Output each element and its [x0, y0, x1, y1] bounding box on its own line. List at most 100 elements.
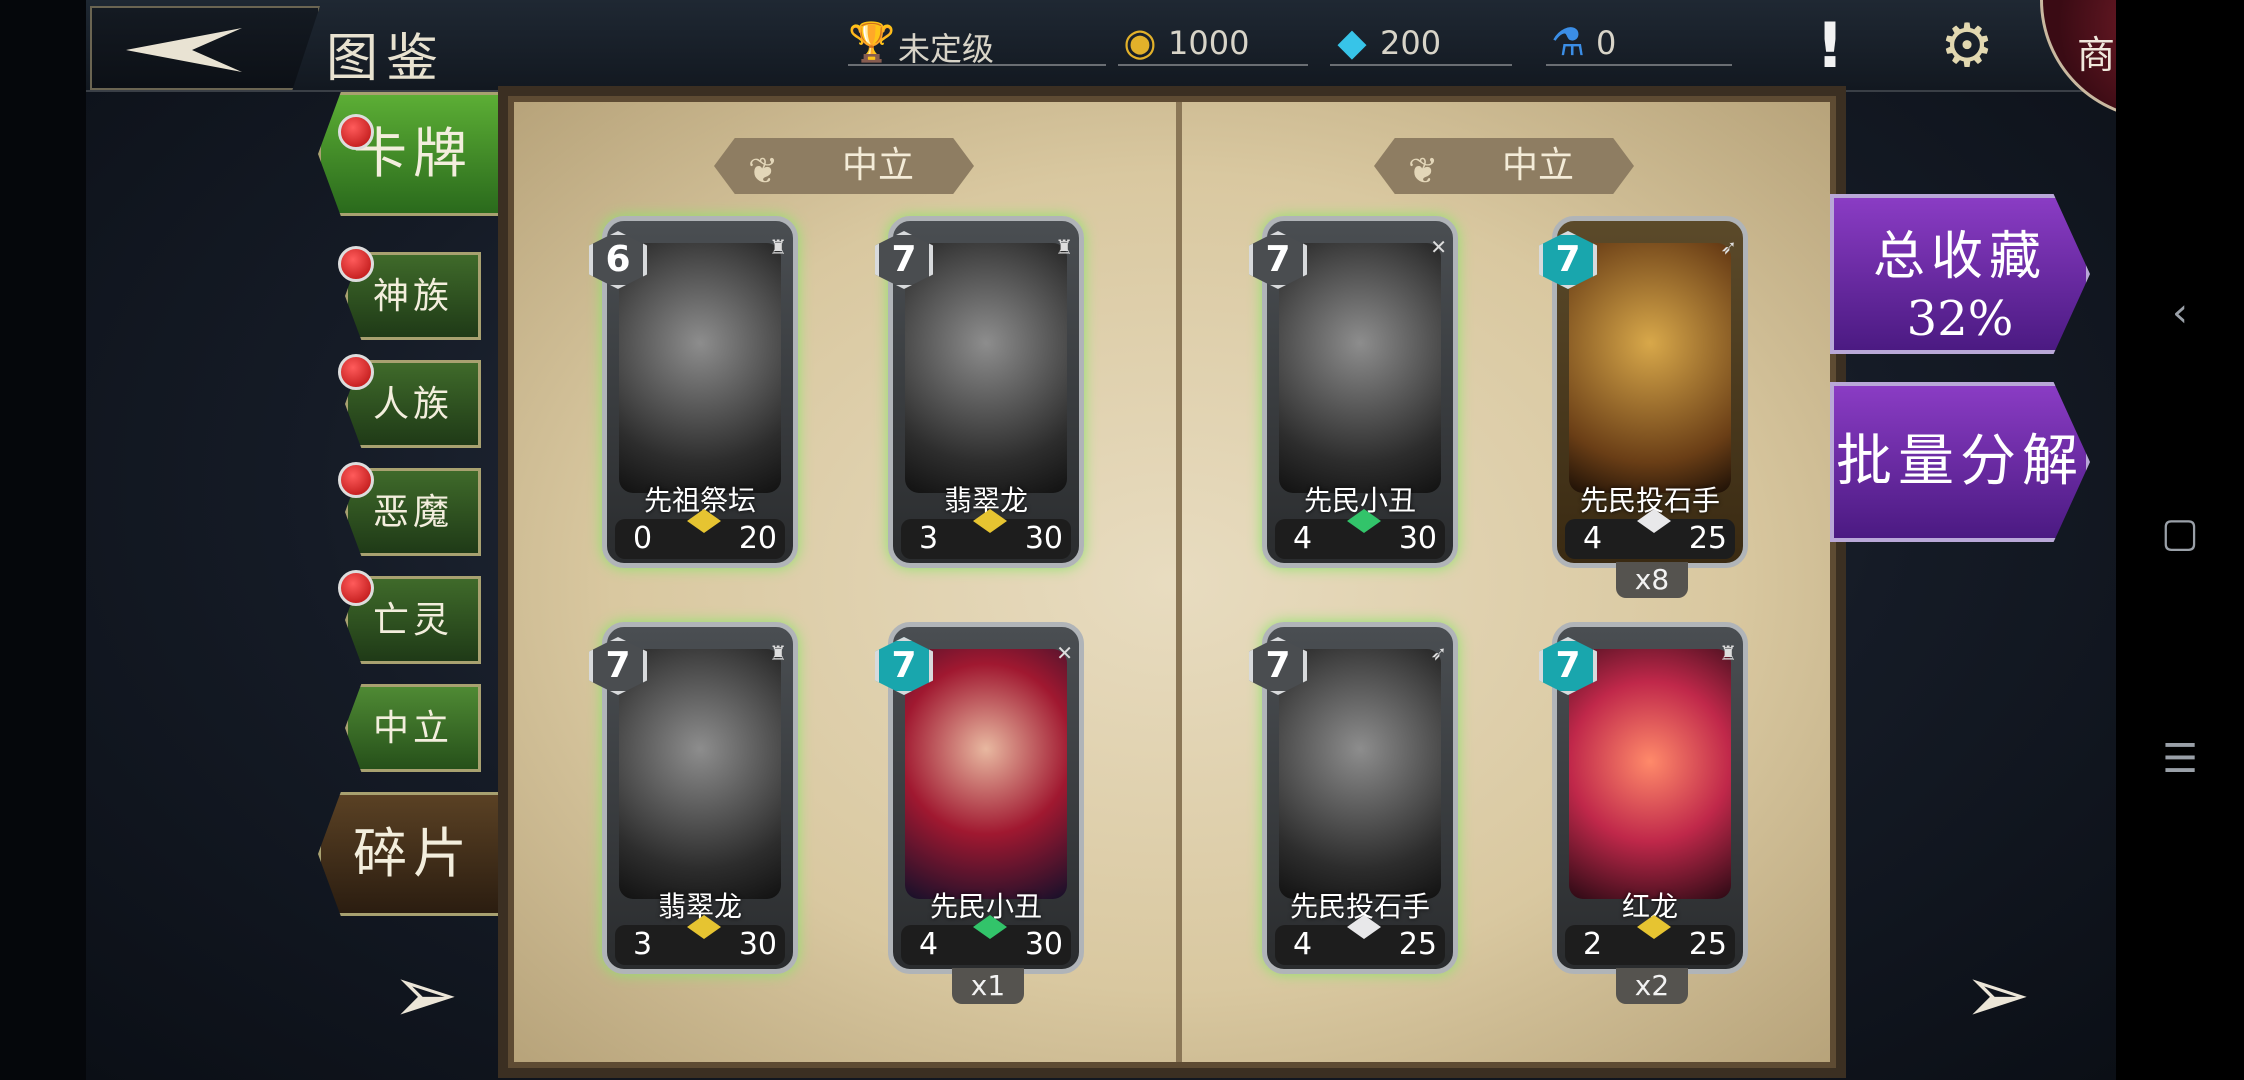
health-value: 20: [738, 521, 777, 556]
system-nav-bar: ‹ ▢ ☰: [2116, 0, 2244, 1080]
attack-value: 2: [1583, 927, 1603, 962]
attack-value: 0: [633, 521, 653, 556]
card-stats: 4 30: [1275, 509, 1445, 559]
card-art: [1279, 649, 1441, 899]
health-value: 30: [1398, 521, 1437, 556]
potion-value: 0: [1596, 24, 1617, 62]
health-value: 30: [738, 927, 777, 962]
crystal-icon: ◆: [1337, 20, 1367, 64]
square-icon: ▢: [2161, 510, 2199, 556]
next-page-button[interactable]: ➢: [1942, 950, 2052, 1040]
menu-icon: ☰: [2162, 736, 2198, 782]
collection-label: 总收藏: [1872, 227, 2047, 287]
tribe-icon: ♜: [769, 235, 787, 259]
left-arrow-icon: ➢: [391, 948, 459, 1041]
coin-icon: ◉: [1123, 20, 1157, 64]
attack-value: 4: [919, 927, 939, 962]
card-slot[interactable]: 7 ♜ 翡翠龙 3 30: [875, 216, 1084, 568]
card-slot[interactable]: 6 ♜ 先祖祭坛 0 20: [589, 216, 798, 568]
decompose-label: 批量分解: [1836, 429, 2084, 494]
page-title: 图鉴: [326, 29, 447, 89]
card-slot[interactable]: 7 ♜ 红龙 2 25: [1539, 622, 1748, 974]
crystal-display: ◆ 200: [1330, 18, 1512, 66]
potion-display: ⚗ 0: [1546, 18, 1732, 66]
tribe-icon: ♜: [1719, 641, 1737, 665]
back-button[interactable]: [90, 6, 320, 90]
health-value: 25: [1688, 521, 1727, 556]
tribe-icon: ♜: [1055, 235, 1073, 259]
chevron-left-icon: ‹: [2172, 290, 2188, 336]
card-slot[interactable]: 7 ✕ 先民小丑 4 30: [875, 622, 1084, 974]
card-slot[interactable]: 7 ✕ 先民小丑 4 30: [1249, 216, 1458, 568]
card-art: [1569, 243, 1731, 493]
health-value: 25: [1398, 927, 1437, 962]
tribe-icon: ✕: [1430, 235, 1447, 259]
ornament-icon: ❦: [1408, 151, 1439, 192]
card-stats: 4 30: [901, 915, 1071, 965]
notification-dot: [338, 570, 374, 606]
card-slot[interactable]: 7 ♜ 翡翠龙 3 30: [589, 622, 798, 974]
tab-neutral[interactable]: 中立: [345, 684, 481, 772]
gear-icon: ⚙: [1940, 11, 1994, 81]
card-count-badge: x8: [1616, 562, 1688, 598]
right-page-title: 中立: [1501, 145, 1574, 186]
card-art: [1569, 649, 1731, 899]
card-stats: 4 25: [1565, 509, 1735, 559]
health-value: 25: [1688, 927, 1727, 962]
card-art: [905, 649, 1067, 899]
crystal-value: 200: [1380, 24, 1442, 62]
tab-fragments[interactable]: 碎片: [318, 792, 508, 916]
card-stats: 3 30: [901, 509, 1071, 559]
card-slot[interactable]: 7 ➶ 先民投石手 4 25: [1249, 622, 1458, 974]
system-back-button[interactable]: ‹: [2116, 290, 2244, 336]
card-stats: 0 20: [615, 509, 785, 559]
card-art: [905, 243, 1067, 493]
attack-value: 4: [1293, 927, 1313, 962]
tribe-icon: ✕: [1056, 641, 1073, 665]
right-page-label: ❦ 中立: [1374, 138, 1634, 194]
card-count-badge: x1: [952, 968, 1024, 1004]
exclamation-icon: !: [1815, 9, 1845, 82]
alert-button[interactable]: !: [1775, 8, 1885, 84]
notification-dot: [338, 354, 374, 390]
trophy-icon: 🏆: [848, 20, 896, 64]
back-arrow-icon: [126, 28, 242, 72]
collection-percent: 32%: [1906, 291, 2014, 347]
card-art: [1279, 243, 1441, 493]
card-stats: 2 25: [1565, 915, 1735, 965]
notification-dot: [338, 246, 374, 282]
attack-value: 4: [1293, 521, 1313, 556]
tribe-icon: ➶: [1720, 235, 1737, 259]
notification-dot: [338, 114, 374, 150]
right-arrow-icon: ➢: [1963, 948, 2031, 1041]
card-art: [619, 649, 781, 899]
collection-button[interactable]: 总收藏 32%: [1830, 194, 2090, 354]
tribe-icon: ♜: [769, 641, 787, 665]
card-stats: 4 25: [1275, 915, 1445, 965]
gold-display: ◉ 1000: [1118, 18, 1308, 66]
gold-value: 1000: [1168, 24, 1250, 62]
rank-display: 🏆 未定级: [848, 18, 1106, 68]
tab-cards[interactable]: 卡牌: [318, 92, 508, 216]
card-art: [619, 243, 781, 493]
notification-dot: [338, 462, 374, 498]
batch-decompose-button[interactable]: 批量分解: [1830, 382, 2090, 542]
card-count-badge: x2: [1616, 968, 1688, 1004]
prev-page-button[interactable]: ➢: [370, 950, 480, 1040]
system-menu-button[interactable]: ☰: [2116, 736, 2244, 782]
left-page-title: 中立: [841, 145, 914, 186]
ornament-icon: ❦: [748, 151, 779, 192]
attack-value: 3: [633, 927, 653, 962]
card-stats: 3 30: [615, 915, 785, 965]
left-page-label: ❦ 中立: [714, 138, 974, 194]
health-value: 30: [1024, 521, 1063, 556]
settings-button[interactable]: ⚙: [1922, 6, 2012, 86]
card-slot[interactable]: 7 ➶ 先民投石手 4 25: [1539, 216, 1748, 568]
tribe-icon: ➶: [1430, 641, 1447, 665]
health-value: 30: [1024, 927, 1063, 962]
attack-value: 4: [1583, 521, 1603, 556]
system-home-button[interactable]: ▢: [2116, 510, 2244, 556]
attack-value: 3: [919, 521, 939, 556]
potion-icon: ⚗: [1550, 20, 1586, 64]
book-spine: [1176, 102, 1182, 1062]
